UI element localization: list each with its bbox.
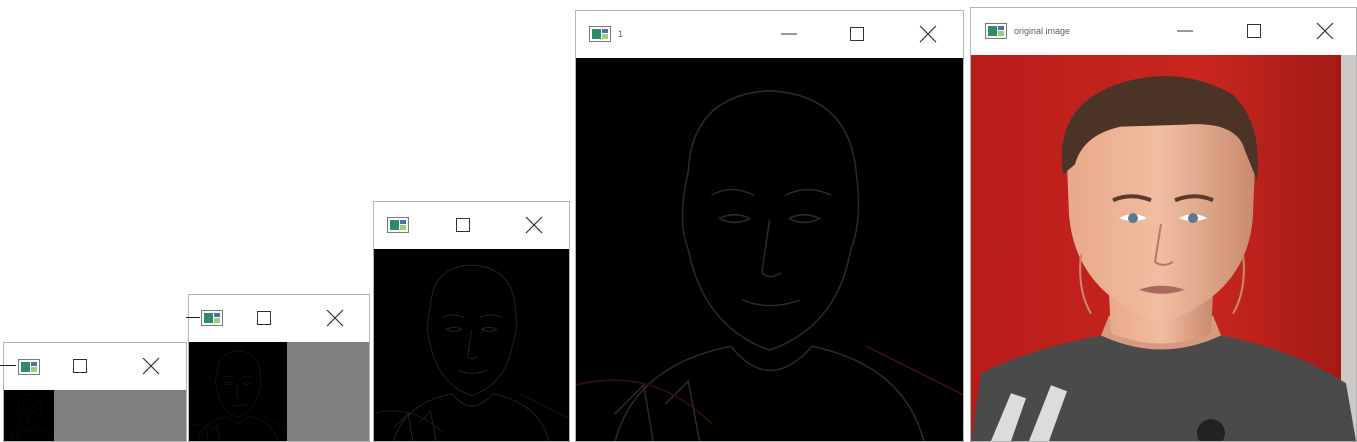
image-canvas-area: [971, 55, 1356, 441]
maximize-icon: [252, 306, 276, 330]
close-button[interactable]: [916, 22, 940, 46]
minimize-button[interactable]: [1173, 19, 1197, 43]
maximize-icon: [1242, 19, 1266, 43]
titlebar[interactable]: [374, 202, 569, 249]
maximize-button[interactable]: [68, 354, 92, 378]
window-1[interactable]: [3, 342, 187, 442]
close-button[interactable]: [522, 213, 546, 237]
window-title: original image: [1014, 26, 1071, 36]
titlebar[interactable]: [189, 295, 369, 342]
close-icon: [916, 22, 940, 46]
image-canvas-area: [576, 58, 963, 441]
app-icon: [18, 359, 40, 375]
window-2[interactable]: [188, 294, 370, 442]
close-icon: [1313, 19, 1337, 43]
app-icon: [589, 26, 611, 42]
window-edge-fragment: [186, 317, 200, 318]
close-icon: [139, 354, 163, 378]
edge-image: [374, 249, 569, 441]
image-canvas-area: [4, 390, 186, 441]
window-3[interactable]: [373, 201, 570, 442]
titlebar[interactable]: [4, 343, 186, 390]
maximize-button[interactable]: [1242, 19, 1266, 43]
close-button[interactable]: [323, 306, 347, 330]
minimize-button[interactable]: [777, 22, 801, 46]
close-button[interactable]: [1313, 19, 1337, 43]
maximize-button[interactable]: [252, 306, 276, 330]
maximize-icon: [845, 22, 869, 46]
edge-image: [189, 342, 287, 441]
maximize-icon: [451, 213, 475, 237]
window-edge-fragment: [0, 365, 16, 366]
close-icon: [522, 213, 546, 237]
image-canvas-area: [189, 342, 369, 441]
maximize-button[interactable]: [451, 213, 475, 237]
close-button[interactable]: [139, 354, 163, 378]
close-icon: [323, 306, 347, 330]
app-icon: [387, 217, 409, 233]
edge-image: [576, 58, 963, 441]
window-title: 1: [618, 29, 624, 39]
minimize-icon: [777, 22, 801, 46]
window-4[interactable]: 1: [575, 10, 964, 442]
titlebar[interactable]: 1: [576, 11, 963, 58]
minimize-icon: [1173, 19, 1197, 43]
image-canvas-area: [374, 249, 569, 441]
window-5[interactable]: original image: [970, 7, 1357, 442]
titlebar[interactable]: original image: [971, 8, 1356, 55]
maximize-button[interactable]: [845, 22, 869, 46]
photo-image: [971, 55, 1356, 441]
maximize-icon: [68, 354, 92, 378]
app-icon: [985, 23, 1007, 39]
app-icon: [201, 310, 223, 326]
edge-image: [4, 390, 54, 441]
